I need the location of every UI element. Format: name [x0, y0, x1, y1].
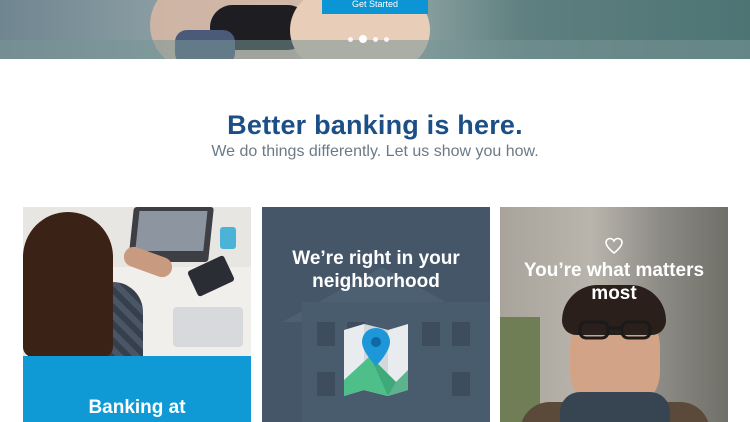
- map-icon: [344, 324, 408, 396]
- feature-card-banking[interactable]: Banking at: [23, 207, 251, 422]
- photo-cup: [220, 227, 236, 249]
- carousel-dot-2[interactable]: [359, 35, 367, 43]
- photo-hair: [23, 212, 113, 356]
- photo-laptop-screen: [135, 211, 208, 251]
- card-title: We’re right in your neighborhood: [292, 248, 460, 292]
- carousel-dot-1[interactable]: [348, 36, 353, 42]
- card-title: You’re what matters most: [523, 260, 705, 304]
- card-photo-woman-laptop: [23, 207, 251, 356]
- photo-glasses: [578, 320, 652, 340]
- feature-card-neighborhood[interactable]: We’re right in your neighborhood: [262, 207, 490, 422]
- heart-icon: [605, 237, 623, 255]
- carousel-dot-3[interactable]: [373, 36, 378, 42]
- hero-banner: Get Started: [0, 0, 750, 59]
- section-headline: Better banking is here.: [227, 110, 523, 140]
- card-title: Banking at: [88, 397, 186, 418]
- carousel-dots: [348, 35, 389, 43]
- section-subhead: We do things differently. Let us show yo…: [211, 143, 539, 160]
- photo-scarf: [560, 392, 670, 422]
- get-started-button[interactable]: Get Started: [322, 0, 428, 14]
- carousel-dot-4[interactable]: [384, 36, 389, 42]
- feature-card-matters[interactable]: You’re what matters most: [500, 207, 728, 422]
- photo-plate: [173, 307, 243, 347]
